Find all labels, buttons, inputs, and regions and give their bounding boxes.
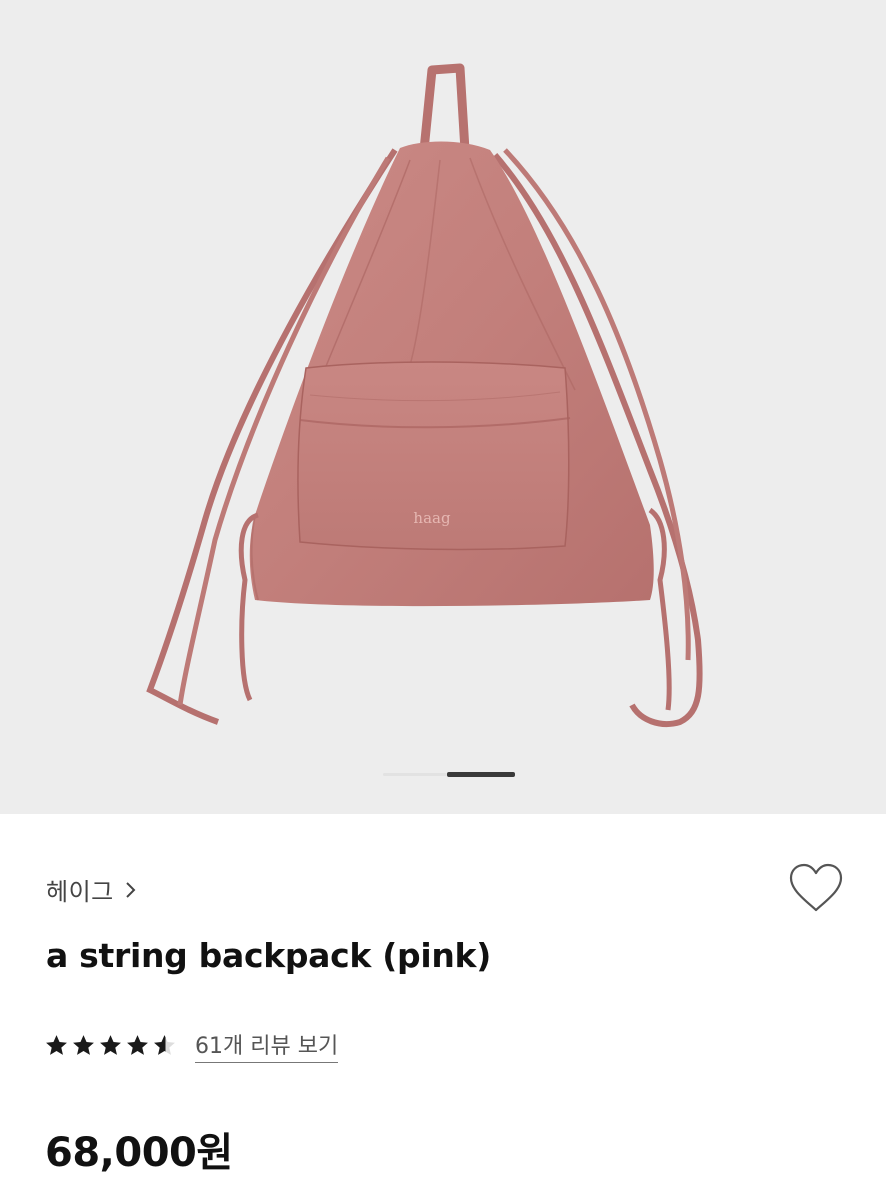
- brand-logo-text: haag: [413, 509, 451, 527]
- product-title: a string backpack (pink): [46, 936, 491, 975]
- brand-link[interactable]: 헤이그: [46, 872, 138, 907]
- star-icon: [127, 1035, 148, 1055]
- product-image-gallery[interactable]: haag: [0, 0, 886, 814]
- star-rating: [44, 1033, 177, 1058]
- review-count-link[interactable]: 61개 리뷰 보기: [195, 1028, 339, 1063]
- product-image: haag: [146, 63, 703, 727]
- star-icon: [46, 1035, 67, 1055]
- rating-summary: 61개 리뷰 보기: [44, 1028, 339, 1063]
- star-icon: [100, 1035, 121, 1055]
- slide-indicator-active: [447, 772, 515, 777]
- heart-outline-icon[interactable]: [787, 862, 845, 916]
- slide-indicator-track: [383, 773, 447, 776]
- product-price: 68,000원: [45, 1130, 233, 1176]
- star-icon: [73, 1035, 94, 1055]
- star-half-icon: [154, 1035, 175, 1055]
- product-info: 헤이그 a string backpack (pink) 61개 리뷰 보기 6…: [0, 814, 886, 1200]
- slide-indicator: [0, 772, 886, 778]
- brand-name: 헤이그: [46, 878, 114, 906]
- chevron-right-icon: [126, 881, 136, 898]
